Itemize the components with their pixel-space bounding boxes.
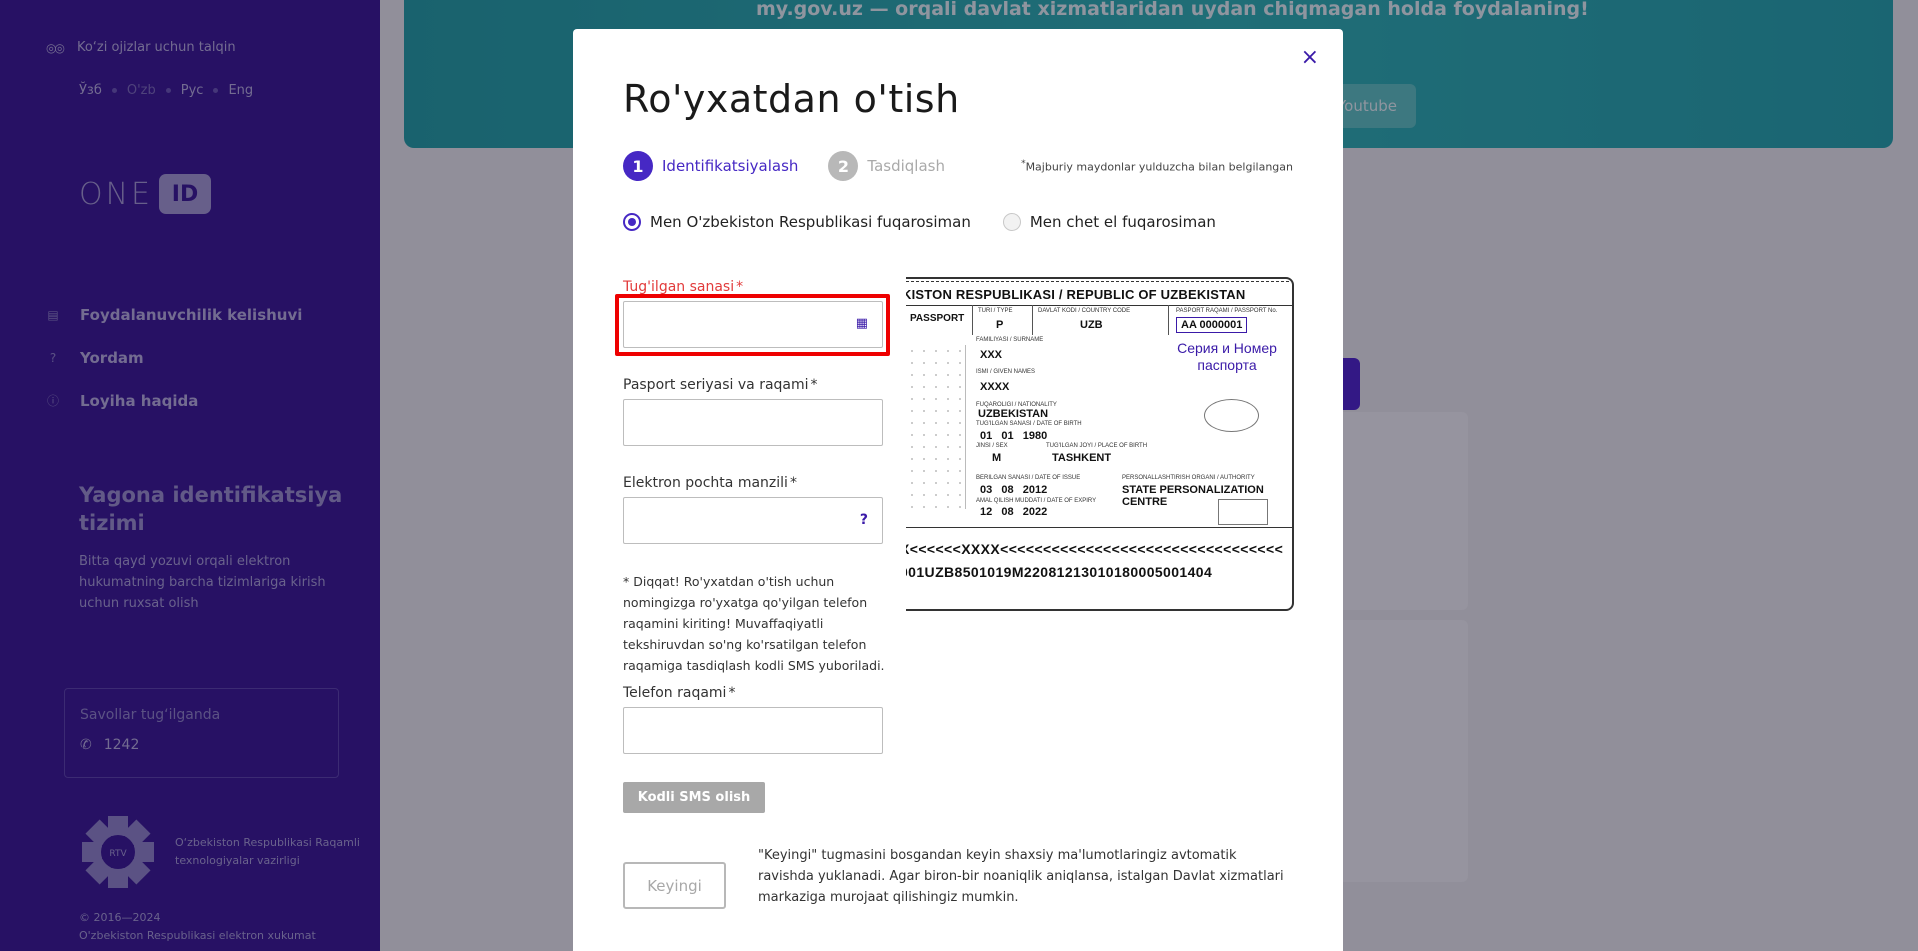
required-note: *Majburiy maydonlar yulduzcha bilan belg…	[1021, 159, 1293, 174]
stepper: 1 Identifikatsiyalash 2 Tasdiqlash	[623, 151, 975, 181]
photo-placeholder	[906, 345, 966, 509]
issue-label: BERILGAN SANASI / DATE OF ISSUE	[976, 475, 1081, 481]
phone-input[interactable]	[624, 708, 882, 753]
nationality-value: UZBEKISTAN	[978, 408, 1049, 420]
divider	[1032, 305, 1033, 335]
authority-value-line1: STATE PERSONALIZATION	[1122, 484, 1264, 496]
dob-label: TUG'ILGAN SANASI / DATE OF BIRTH	[976, 421, 1082, 427]
issue-value: 03 08 2012	[980, 484, 1048, 496]
passport-field: Pasport seriyasi va raqami *	[623, 377, 883, 446]
mrz-divider	[906, 527, 1292, 528]
step-label: Identifikatsiyalash	[662, 157, 799, 175]
email-input[interactable]	[624, 498, 882, 543]
phone-field: Telefon raqami *	[623, 685, 883, 754]
radio-label: Men chet el fuqarosiman	[1029, 213, 1216, 231]
authority-value-line2: CENTRE	[1122, 496, 1168, 508]
birthdate-input[interactable]	[624, 302, 882, 347]
country-label: DAVLAT KODI / COUNTRY CODE	[1038, 308, 1131, 314]
email-label: Elektron pochta manzili *	[623, 475, 797, 491]
surname-value: XXX	[980, 349, 1003, 361]
step-number: 1	[623, 151, 653, 181]
type-value: P	[996, 319, 1004, 331]
name-value: XXXX	[980, 381, 1010, 393]
divider	[972, 305, 973, 335]
pob-value: TASHKENT	[1052, 452, 1112, 464]
help-icon[interactable]: ?	[860, 512, 868, 528]
citizenship-radio-group: Men O'zbekiston Respublikasi fuqarosiman…	[623, 213, 1216, 231]
passport-top-border	[906, 281, 1292, 282]
birthdate-field: Tug'ilgan sanasi * ▦	[623, 279, 883, 348]
country-value: UZB	[1080, 319, 1103, 331]
passport-label: Pasport seriyasi va raqami *	[623, 377, 818, 393]
series-caption: Серия и Номер паспорта	[1168, 340, 1286, 374]
radio-foreign-citizen[interactable]: Men chet el fuqarosiman	[1002, 213, 1216, 231]
step-number: 2	[828, 151, 859, 181]
phone-warning: * Diqqat! Ro'yxatdan o'tish uchun noming…	[623, 574, 885, 673]
series-caption-line2: паспорта	[1197, 357, 1257, 373]
calendar-icon[interactable]: ▦	[856, 316, 868, 331]
phone-label: Telefon raqami *	[623, 685, 736, 701]
signature-box	[1218, 499, 1268, 525]
step-identification: 1 Identifikatsiyalash	[623, 151, 798, 181]
step-label: Tasdiqlash	[867, 157, 945, 175]
divider	[1168, 305, 1169, 335]
next-button[interactable]: Keyingi	[623, 862, 726, 909]
radio-label: Men O'zbekiston Respublikasi fuqarosiman	[650, 213, 971, 231]
number-label: PASPORT RAQAMI / PASSPORT No.	[1176, 308, 1278, 314]
type-label: TURI / TYPE	[978, 308, 1013, 314]
passport-divider	[906, 305, 1292, 306]
passport-header: KISTON RESPUBLIKASI / REPUBLIC OF UZBEKI…	[906, 287, 1246, 302]
mrz-line-2: 001UZB8501019M2208121301018000500140​4	[906, 564, 1213, 580]
email-field: Elektron pochta manzili * ?	[623, 475, 883, 544]
dob-value: 01 01 1980	[980, 430, 1048, 442]
email-input-wrapper: ?	[623, 497, 883, 544]
radio-uz-citizen[interactable]: Men O'zbekiston Respublikasi fuqarosiman	[623, 213, 971, 231]
pob-label: TUG'ILGAN JOYI / PLACE OF BIRTH	[1046, 443, 1148, 449]
sex-label: JINSI / SEX	[976, 443, 1008, 449]
surname-label: FAMILIYASI / SURNAME	[976, 337, 1044, 343]
series-caption-line1: Серия и Номер	[1177, 340, 1277, 356]
birthdate-label: Tug'ilgan sanasi *	[623, 279, 744, 295]
step-confirmation: 2 Tasdiqlash	[828, 151, 945, 181]
sex-value: M	[992, 452, 1002, 464]
phone-input-wrapper	[623, 707, 883, 754]
expiry-value: 12 08 2022	[980, 506, 1048, 518]
name-label: ISMI / GIVEN NAMES	[976, 369, 1036, 375]
passport-input[interactable]	[624, 400, 882, 445]
hologram-oval	[1204, 399, 1259, 432]
authority-label: PERSONALLASHTIRISH ORGANI / AUTHORITY	[1122, 475, 1255, 481]
mrz-line-1: X<<<<<<XXXX<<<<<<<<<<<<<<<<<<<<<<<<<<<<<…	[906, 541, 1284, 557]
passport-label: PASSPORT	[910, 313, 965, 324]
birthdate-input-wrapper: ▦	[623, 301, 883, 348]
radio-unchecked-icon	[1002, 213, 1021, 231]
number-value: AA 0000001	[1176, 317, 1248, 333]
radio-checked-icon	[623, 213, 641, 231]
next-note: "Keyingi" tugmasini bosgandan keyin shax…	[758, 848, 1284, 905]
get-sms-code-button[interactable]: Kodli SMS olish	[623, 782, 765, 813]
registration-modal: × Ro'yxatdan o'tish 1 Identifikatsiyalas…	[573, 29, 1343, 951]
modal-title: Ro'yxatdan o'tish	[623, 77, 960, 121]
required-note-text: Majburiy maydonlar yulduzcha bilan belgi…	[1025, 160, 1293, 174]
passport-sample-image: KISTON RESPUBLIKASI / REPUBLIC OF UZBEKI…	[906, 277, 1294, 611]
close-icon[interactable]: ×	[1301, 45, 1319, 70]
expiry-label: AMAL QILISH MUDDATI / DATE OF EXPIRY	[976, 498, 1097, 504]
passport-input-wrapper	[623, 399, 883, 446]
